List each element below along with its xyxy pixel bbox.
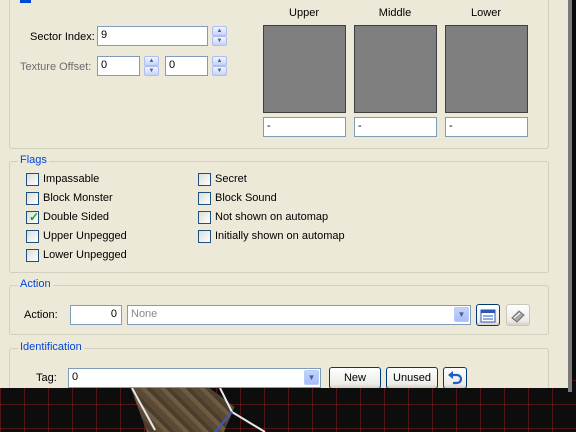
spin-up-icon[interactable]: ▲ <box>212 26 227 36</box>
texture-offset-x-spinner[interactable]: ▲ ▼ <box>144 56 159 76</box>
checkbox[interactable] <box>198 192 211 205</box>
action-select[interactable]: None ▼ <box>127 305 471 325</box>
group-title-fragment <box>20 0 31 3</box>
sector-index-spinner[interactable]: ▲ ▼ <box>212 26 227 46</box>
undo-arrow-icon <box>448 370 463 384</box>
flag-label: Lower Unpegged <box>43 249 127 261</box>
spin-up-icon[interactable]: ▲ <box>212 56 227 66</box>
action-label: Action: <box>24 309 58 321</box>
spin-up-icon[interactable]: ▲ <box>144 56 159 66</box>
checkbox[interactable] <box>26 173 39 186</box>
texture-offset-y-input[interactable]: 0 <box>165 56 208 76</box>
lower-texture-preview[interactable] <box>445 25 528 113</box>
sector-index-label: Sector Index: <box>30 31 95 43</box>
new-tag-button[interactable]: New <box>329 367 381 388</box>
texture-offset-x-input[interactable]: 0 <box>97 56 140 76</box>
flag-label: Upper Unpegged <box>43 230 127 242</box>
upper-texture-label: Upper <box>289 7 319 19</box>
identification-group-title: Identification <box>18 341 84 353</box>
chevron-down-icon[interactable]: ▼ <box>304 370 319 385</box>
checkbox[interactable] <box>198 173 211 186</box>
texture-offset-y-spinner[interactable]: ▲ ▼ <box>212 56 227 76</box>
flag-label: Initially shown on automap <box>215 230 345 242</box>
tag-select-value: 0 <box>72 371 79 383</box>
check-icon: ✓ <box>29 210 40 224</box>
tag-select[interactable]: 0 ▼ <box>68 368 321 388</box>
edit-script-icon <box>511 309 525 323</box>
lower-texture-input[interactable]: - <box>445 117 528 137</box>
unused-tag-button[interactable]: Unused <box>386 367 438 388</box>
upper-texture-input[interactable]: - <box>263 117 346 137</box>
flags-group-title: Flags <box>18 154 49 166</box>
middle-texture-label: Middle <box>378 7 412 19</box>
list-browse-icon <box>480 309 496 323</box>
flag-label: Block Monster <box>43 192 113 204</box>
checkbox[interactable] <box>198 230 211 243</box>
action-select-value: None <box>131 308 158 320</box>
middle-texture-input[interactable]: - <box>354 117 437 137</box>
lower-texture-label: Lower <box>471 7 501 19</box>
flag-label: Not shown on automap <box>215 211 329 223</box>
flag-label: Secret <box>215 173 247 185</box>
texture-offset-label: Texture Offset: <box>20 61 92 73</box>
action-browse-button[interactable] <box>476 304 500 326</box>
middle-texture-preview[interactable] <box>354 25 437 113</box>
flag-label: Block Sound <box>215 192 277 204</box>
sector-index-input[interactable]: 9 <box>97 26 208 46</box>
action-group-title: Action <box>18 278 53 290</box>
action-edit-button[interactable] <box>506 304 530 326</box>
checkbox[interactable]: ✓ <box>26 210 40 224</box>
spin-down-icon[interactable]: ▼ <box>144 66 159 76</box>
flag-label: Impassable <box>43 173 100 185</box>
checkbox[interactable] <box>26 230 39 243</box>
tag-label: Tag: <box>36 372 57 384</box>
tag-undo-button[interactable] <box>443 367 467 388</box>
upper-texture-preview[interactable] <box>263 25 346 113</box>
chevron-down-icon[interactable]: ▼ <box>454 307 469 322</box>
flag-label: Double Sided <box>43 211 110 223</box>
spin-down-icon[interactable]: ▼ <box>212 36 227 46</box>
checkbox[interactable] <box>26 249 39 262</box>
linedef-properties-dialog: Sector Index: 9 ▲ ▼ Texture Offset: 0 ▲ … <box>0 0 568 388</box>
window-edge <box>568 0 572 392</box>
action-number-input[interactable]: 0 <box>70 305 122 325</box>
checkbox[interactable] <box>198 211 211 224</box>
spin-down-icon[interactable]: ▼ <box>212 66 227 76</box>
checkbox[interactable] <box>26 192 39 205</box>
